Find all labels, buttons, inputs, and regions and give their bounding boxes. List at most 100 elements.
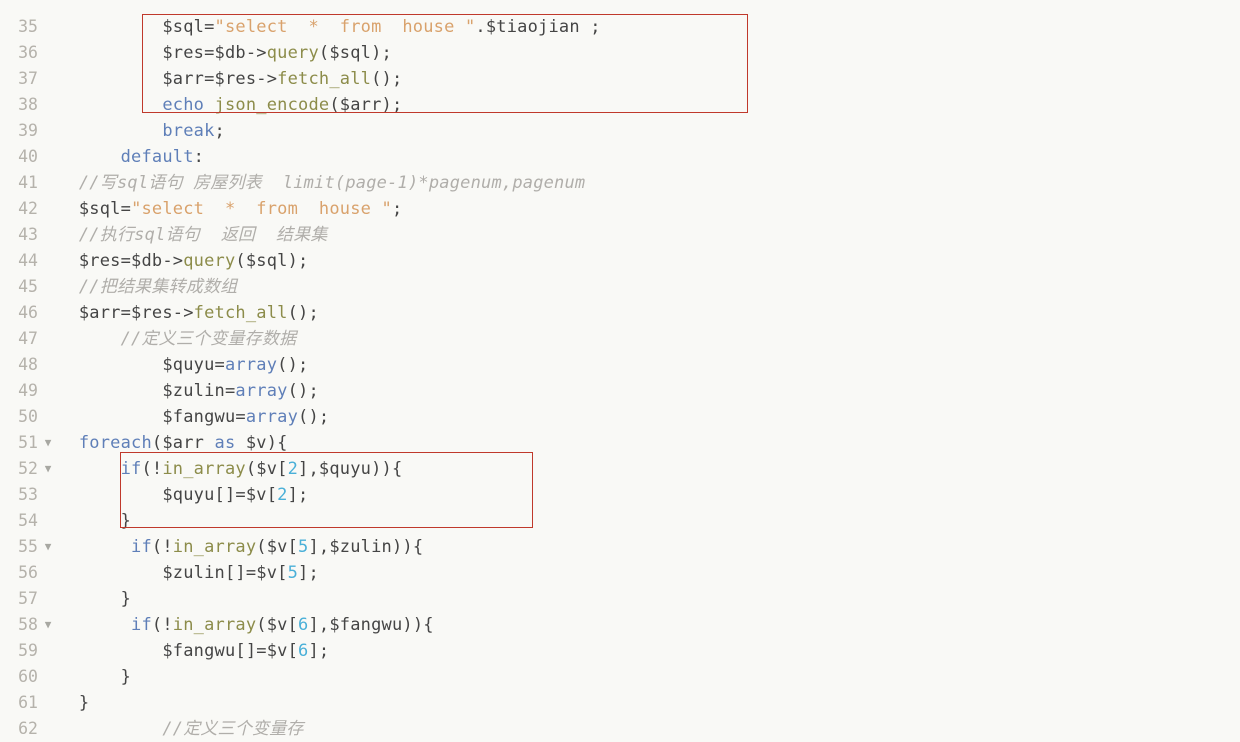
code-line[interactable]: 40 default: [0, 144, 1240, 170]
code-line-text[interactable]: if(!in_array($v[2],$quyu)){ [58, 456, 1240, 482]
line-number: 58 [18, 615, 38, 634]
code-line[interactable]: 45 //把结果集转成数组 [0, 274, 1240, 300]
code-line-text[interactable]: echo json_encode($arr); [58, 92, 1240, 118]
code-line-text[interactable]: $arr=$res->fetch_all(); [58, 66, 1240, 92]
token-punc [58, 667, 121, 687]
fold-triangle-icon[interactable]: ▼ [38, 534, 58, 560]
code-line-text[interactable]: //定义三个变量存数据 [58, 326, 1240, 352]
token-fn: json_encode [214, 95, 330, 115]
code-line[interactable]: 46 $arr=$res->fetch_all(); [0, 300, 1240, 326]
code-line-text[interactable]: } [58, 664, 1240, 690]
code-line-text[interactable]: //写sql语句 房屋列表 limit(page-1)*pagenum,page… [58, 170, 1240, 196]
line-number: 61 [18, 693, 38, 712]
code-line-text[interactable]: default: [58, 144, 1240, 170]
code-line-text[interactable]: if(!in_array($v[6],$fangwu)){ [58, 612, 1240, 638]
code-line[interactable]: 36 $res=$db->query($sql); [0, 40, 1240, 66]
code-line[interactable]: 42 $sql="select * from house "; [0, 196, 1240, 222]
token-punc [58, 719, 162, 739]
token-punc [58, 173, 79, 193]
token-punc [58, 329, 121, 349]
token-var: $sql= [78, 199, 132, 219]
token-punc [58, 433, 79, 453]
code-line[interactable]: 48 $quyu=array(); [0, 352, 1240, 378]
code-line[interactable]: 43 //执行sql语句 返回 结果集 [0, 222, 1240, 248]
line-number: 37 [18, 69, 38, 88]
code-line[interactable]: 56 $zulin[]=$v[5]; [0, 560, 1240, 586]
line-number: 34 [18, 0, 38, 10]
code-line-text[interactable]: if(!in_array($v[5],$zulin)){ [58, 534, 1240, 560]
code-line[interactable]: 47 //定义三个变量存数据 [0, 326, 1240, 352]
code-line-text[interactable]: $fangwu=array(); [58, 404, 1240, 430]
code-line[interactable]: 62 //定义三个变量存 [0, 716, 1240, 742]
token-punc [58, 147, 121, 167]
token-var: $fangwu[]=$v[ [162, 641, 299, 661]
code-line[interactable]: 39 break; [0, 118, 1240, 144]
code-line[interactable]: 57 } [0, 586, 1240, 612]
token-var: $quyu[]=$v[ [162, 485, 278, 505]
token-fn: fetch_all [277, 69, 372, 89]
token-kw: array [235, 381, 288, 401]
token-var: $fangwu= [162, 407, 246, 427]
token-var: ; [391, 199, 403, 219]
token-kw: if [131, 537, 152, 557]
code-line-text[interactable]: $fangwu[]=$v[6]; [58, 638, 1240, 664]
code-line-text[interactable]: //把结果集转成数组 [58, 274, 1240, 300]
code-line-text[interactable]: $arr=$res->fetch_all(); [58, 300, 1240, 326]
code-line-text[interactable]: $quyu[]=$v[2]; [58, 482, 1240, 508]
code-line[interactable]: 54 } [0, 508, 1240, 534]
fold-triangle-icon[interactable]: ▼ [38, 430, 58, 456]
code-line-text[interactable]: $sql="select * from house "; [58, 196, 1240, 222]
code-line[interactable]: 35 $sql="select * from house ".$tiaojian… [0, 14, 1240, 40]
token-kw: if [131, 615, 152, 635]
token-var: (! [141, 459, 163, 479]
code-line-text[interactable]: foreach($arr as $v){ [58, 430, 1240, 456]
code-line[interactable]: 38 echo json_encode($arr); [0, 92, 1240, 118]
code-line-text[interactable]: $zulin=array(); [58, 378, 1240, 404]
token-var: ($v[ [245, 459, 288, 479]
code-line[interactable]: 37 $arr=$res->fetch_all(); [0, 66, 1240, 92]
token-fn: query [183, 251, 236, 271]
token-var: ],$quyu)){ [298, 459, 403, 479]
code-editor[interactable]: 34 35 $sql="select * from house ".$tiaoji… [0, 0, 1240, 739]
code-line[interactable]: 53 $quyu[]=$v[2]; [0, 482, 1240, 508]
code-line[interactable]: 41 //写sql语句 房屋列表 limit(page-1)*pagenum,p… [0, 170, 1240, 196]
code-line-text[interactable]: //执行sql语句 返回 结果集 [58, 222, 1240, 248]
token-punc [58, 355, 162, 375]
token-punc [58, 199, 79, 219]
code-line[interactable]: 50 $fangwu=array(); [0, 404, 1240, 430]
code-line-text[interactable]: } [58, 586, 1240, 612]
code-line[interactable]: 34 [0, 0, 1240, 14]
code-line-text[interactable]: $quyu=array(); [58, 352, 1240, 378]
code-line-text[interactable]: //定义三个变量存 [58, 716, 1240, 742]
code-line[interactable]: 61 } [0, 690, 1240, 716]
token-var: (); [277, 355, 309, 375]
code-line[interactable]: 58 ▼ if(!in_array($v[6],$fangwu)){ [0, 612, 1240, 638]
code-line-text[interactable]: } [58, 690, 1240, 716]
token-var: } [120, 511, 132, 531]
token-punc [58, 589, 121, 609]
code-line[interactable]: 52 ▼ if(!in_array($v[2],$quyu)){ [0, 456, 1240, 482]
code-line[interactable]: 59 $fangwu[]=$v[6]; [0, 638, 1240, 664]
token-fn: query [266, 43, 319, 63]
code-line-text[interactable]: $zulin[]=$v[5]; [58, 560, 1240, 586]
token-kw: foreach [78, 433, 152, 453]
line-number: 60 [18, 667, 38, 686]
code-line[interactable]: 60 } [0, 664, 1240, 690]
code-line[interactable]: 55 ▼ if(!in_array($v[5],$zulin)){ [0, 534, 1240, 560]
code-line-text[interactable]: $res=$db->query($sql); [58, 40, 1240, 66]
code-line-text[interactable]: break; [58, 118, 1240, 144]
token-var: (); [298, 407, 330, 427]
code-line-text[interactable]: } [58, 508, 1240, 534]
code-line-text[interactable]: $sql="select * from house ".$tiaojian ; [58, 14, 1240, 40]
token-var: ($arr); [329, 95, 403, 115]
code-line-text[interactable]: $res=$db->query($sql); [58, 248, 1240, 274]
token-punc [58, 121, 162, 141]
code-lines-container[interactable]: 34 35 $sql="select * from house ".$tiaoji… [0, 0, 1240, 742]
code-line[interactable]: 49 $zulin=array(); [0, 378, 1240, 404]
fold-triangle-icon[interactable]: ▼ [38, 456, 58, 482]
token-str: "select * from house " [131, 199, 392, 219]
fold-triangle-icon[interactable]: ▼ [38, 612, 58, 638]
code-line[interactable]: 51 ▼ foreach($arr as $v){ [0, 430, 1240, 456]
token-kw: default [120, 147, 194, 167]
code-line[interactable]: 44 $res=$db->query($sql); [0, 248, 1240, 274]
